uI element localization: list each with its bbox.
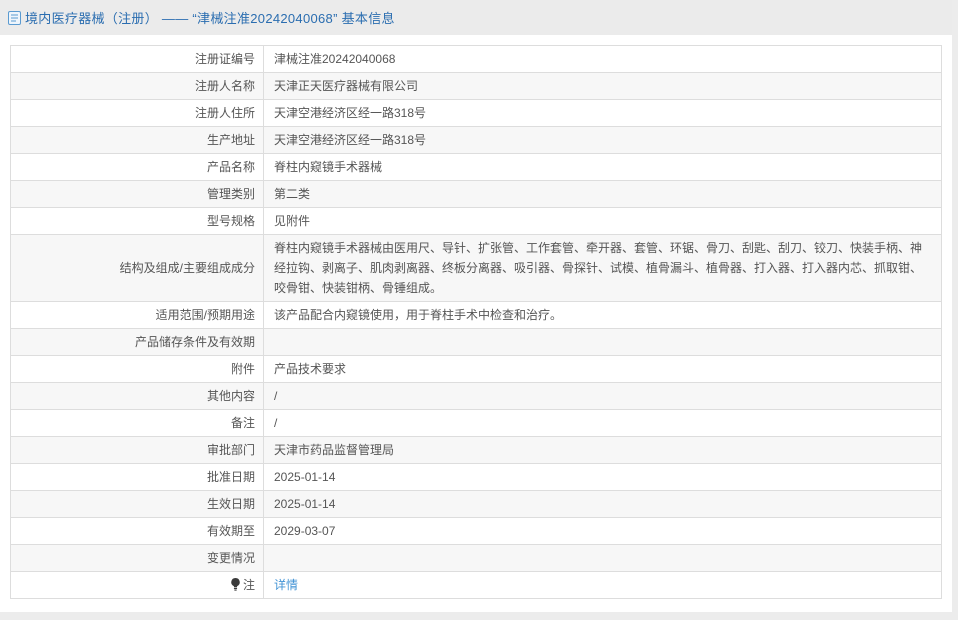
row-label: 附件 xyxy=(11,356,264,383)
row-label-text: 备注 xyxy=(231,416,255,430)
row-value: 天津正天医疗器械有限公司 xyxy=(264,73,942,100)
table-row: 注册人住所天津空港经济区经一路318号 xyxy=(11,100,942,127)
table-row: 注 详情 xyxy=(11,572,942,599)
row-value: 脊柱内窥镜手术器械 xyxy=(264,154,942,181)
row-label-text: 注册人名称 xyxy=(195,79,255,93)
row-value: 津械注准20242040068 xyxy=(264,46,942,73)
table-row: 管理类别第二类 xyxy=(11,181,942,208)
row-label-text: 批准日期 xyxy=(207,470,255,484)
row-label-text: 结构及组成/主要组成成分 xyxy=(120,261,255,275)
page: 境内医疗器械（注册） —— “津械注准20242040068” 基本信息 注册证… xyxy=(0,0,952,612)
row-value: 详情 xyxy=(264,572,942,599)
table-row: 其他内容 / xyxy=(11,383,942,410)
table-row: 结构及组成/主要组成成分脊柱内窥镜手术器械由医用尺、导针、扩张管、工作套管、牵开… xyxy=(11,235,942,302)
row-label-text: 审批部门 xyxy=(207,443,255,457)
table-row: 生产地址天津空港经济区经一路318号 xyxy=(11,127,942,154)
row-value: 2029-03-07 xyxy=(264,518,942,545)
row-value: 天津空港经济区经一路318号 xyxy=(264,127,942,154)
row-label: 生效日期 xyxy=(11,491,264,518)
row-label-text: 注册证编号 xyxy=(195,52,255,66)
row-label: 备注 xyxy=(11,410,264,437)
row-label: 型号规格 xyxy=(11,208,264,235)
row-label: 批准日期 xyxy=(11,464,264,491)
row-label-text: 注册人住所 xyxy=(195,106,255,120)
row-label-text: 生效日期 xyxy=(207,497,255,511)
row-label: 产品储存条件及有效期 xyxy=(11,329,264,356)
table-row: 产品储存条件及有效期 xyxy=(11,329,942,356)
row-label-text: 管理类别 xyxy=(207,187,255,201)
row-label-text: 产品名称 xyxy=(207,160,255,174)
row-label: 变更情况 xyxy=(11,545,264,572)
info-table: 注册证编号津械注准20242040068注册人名称天津正天医疗器械有限公司注册人… xyxy=(10,45,942,599)
row-value: 天津空港经济区经一路318号 xyxy=(264,100,942,127)
row-label: 其他内容 xyxy=(11,383,264,410)
row-value: 脊柱内窥镜手术器械由医用尺、导针、扩张管、工作套管、牵开器、套管、环锯、骨刀、刮… xyxy=(264,235,942,302)
row-value: / xyxy=(264,410,942,437)
table-row: 适用范围/预期用途该产品配合内窥镜使用，用于脊柱手术中检查和治疗。 xyxy=(11,302,942,329)
table-row: 注册证编号津械注准20242040068 xyxy=(11,46,942,73)
table-wrap: 注册证编号津械注准20242040068注册人名称天津正天医疗器械有限公司注册人… xyxy=(0,35,952,609)
table-row: 备注 / xyxy=(11,410,942,437)
row-label: 有效期至 xyxy=(11,518,264,545)
table-row: 附件产品技术要求 xyxy=(11,356,942,383)
row-value: 产品技术要求 xyxy=(264,356,942,383)
row-label-text: 生产地址 xyxy=(207,133,255,147)
row-value: 2025-01-14 xyxy=(264,464,942,491)
table-row: 生效日期 2025-01-14 xyxy=(11,491,942,518)
row-label-text: 变更情况 xyxy=(207,551,255,565)
table-row: 型号规格见附件 xyxy=(11,208,942,235)
row-value: 天津市药品监督管理局 xyxy=(264,437,942,464)
table-row: 批准日期 2025-01-14 xyxy=(11,464,942,491)
row-label: 注册证编号 xyxy=(11,46,264,73)
row-value xyxy=(264,329,942,356)
table-row: 有效期至 2029-03-07 xyxy=(11,518,942,545)
row-label-text: 注 xyxy=(243,578,255,592)
document-icon xyxy=(8,11,21,25)
row-value xyxy=(264,545,942,572)
row-label-text: 有效期至 xyxy=(207,524,255,538)
row-label: 生产地址 xyxy=(11,127,264,154)
page-header: 境内医疗器械（注册） —— “津械注准20242040068” 基本信息 xyxy=(0,0,952,35)
note-icon xyxy=(230,578,241,591)
table-row: 变更情况 xyxy=(11,545,942,572)
row-value: 见附件 xyxy=(264,208,942,235)
row-value: 2025-01-14 xyxy=(264,491,942,518)
row-label-text: 附件 xyxy=(231,362,255,376)
row-value: / xyxy=(264,383,942,410)
row-label: 适用范围/预期用途 xyxy=(11,302,264,329)
row-value: 该产品配合内窥镜使用，用于脊柱手术中检查和治疗。 xyxy=(264,302,942,329)
row-label: 注 xyxy=(11,572,264,599)
row-label-text: 产品储存条件及有效期 xyxy=(135,335,255,349)
row-label: 管理类别 xyxy=(11,181,264,208)
row-label: 注册人名称 xyxy=(11,73,264,100)
details-link[interactable]: 详情 xyxy=(274,578,298,592)
row-label-text: 型号规格 xyxy=(207,214,255,228)
table-row: 注册人名称天津正天医疗器械有限公司 xyxy=(11,73,942,100)
row-label: 审批部门 xyxy=(11,437,264,464)
table-row: 产品名称脊柱内窥镜手术器械 xyxy=(11,154,942,181)
table-row: 审批部门天津市药品监督管理局 xyxy=(11,437,942,464)
row-label: 结构及组成/主要组成成分 xyxy=(11,235,264,302)
row-label: 产品名称 xyxy=(11,154,264,181)
row-value: 第二类 xyxy=(264,181,942,208)
row-label-text: 适用范围/预期用途 xyxy=(156,308,255,322)
row-label: 注册人住所 xyxy=(11,100,264,127)
page-title: 境内医疗器械（注册） —— “津械注准20242040068” 基本信息 xyxy=(25,8,395,27)
row-label-text: 其他内容 xyxy=(207,389,255,403)
